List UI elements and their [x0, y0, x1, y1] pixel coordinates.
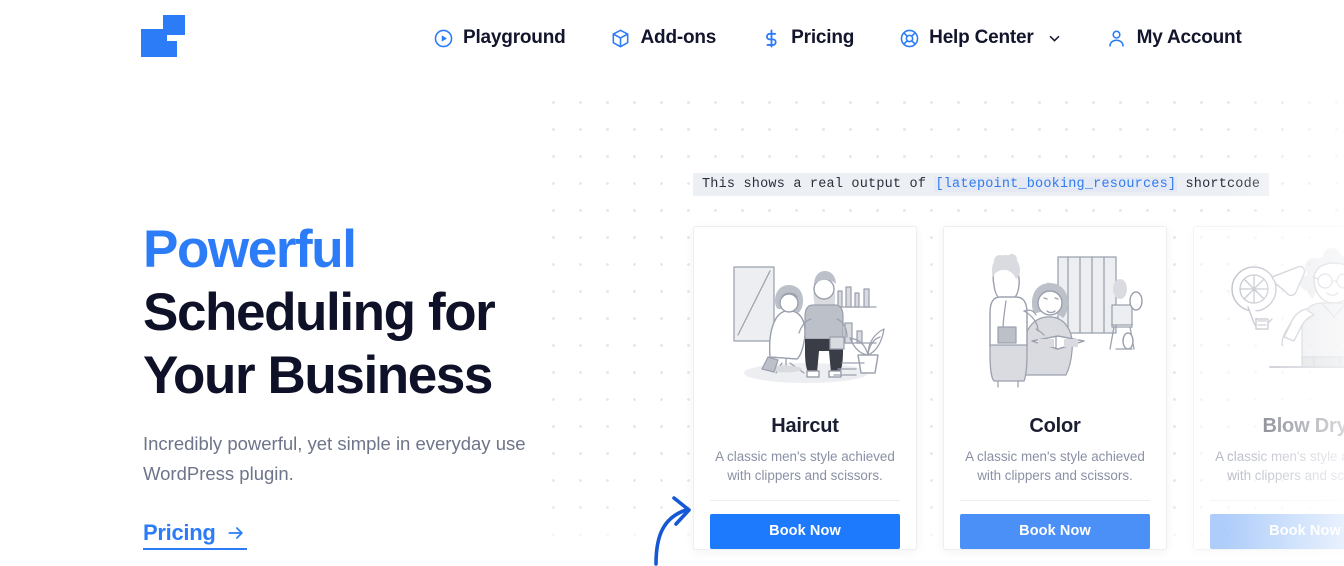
curved-arrow-icon	[648, 478, 724, 566]
shortcode-token: [latepoint_booking_resources]	[934, 177, 1178, 192]
card-divider	[1210, 500, 1344, 501]
hero-subtitle: Incredibly powerful, yet simple in every…	[143, 429, 553, 489]
nav-item-my-account[interactable]: My Account	[1084, 21, 1264, 55]
nav-label: My Account	[1136, 27, 1242, 48]
lifebuoy-icon	[898, 27, 920, 49]
resource-card[interactable]: Blow Dry A classic men's style achieved …	[1193, 226, 1344, 550]
card-description: A classic men's style achieved with clip…	[965, 449, 1145, 483]
card-divider	[960, 500, 1150, 501]
arrow-right-icon	[225, 523, 247, 543]
book-now-button[interactable]: Book Now	[960, 513, 1150, 549]
user-icon	[1106, 27, 1128, 49]
card-description: A classic men's style achieved with clip…	[715, 449, 895, 483]
hero-title-line-1: Powerful	[143, 220, 357, 279]
barber-cutting-hair-illustration	[709, 245, 901, 395]
shortcode-hint-banner: This shows a real output of [latepoint_b…	[693, 173, 1270, 196]
blow-dryer-stylist-illustration	[1209, 245, 1344, 395]
nav-label: Pricing	[791, 27, 855, 48]
site-header: Playground Add-ons Pricing Help Center M…	[0, 0, 1344, 76]
dollar-icon	[760, 27, 782, 49]
shortcode-prefix: This shows a real output of	[702, 177, 935, 192]
latepoint-logo[interactable]	[141, 15, 187, 59]
nav-label: Playground	[463, 27, 566, 48]
page-root: Playground Add-ons Pricing Help Center M…	[0, 0, 1344, 566]
hero-title-line-2: Scheduling for	[143, 283, 496, 342]
card-description: A classic men's style achieved with clip…	[1215, 449, 1344, 483]
hero-subtitle-line-1: Incredibly powerful, yet simple in every…	[143, 433, 491, 454]
chevron-down-icon[interactable]	[1047, 31, 1062, 46]
shortcode-suffix: shortcode	[1177, 177, 1261, 192]
nav-item-add-ons[interactable]: Add-ons	[588, 21, 739, 55]
play-circle-icon	[432, 27, 454, 49]
book-now-button[interactable]: Book Now	[1210, 513, 1344, 549]
cube-icon	[610, 27, 632, 49]
nav-item-playground[interactable]: Playground	[410, 21, 588, 55]
nav-item-help-center[interactable]: Help Center	[876, 21, 1083, 55]
resource-card[interactable]: Color A classic men's style achieved wit…	[943, 226, 1167, 550]
nav-label: Help Center	[929, 27, 1034, 48]
primary-nav: Playground Add-ons Pricing Help Center M…	[410, 0, 1264, 76]
hero-section: Powerful Scheduling for Your Business In…	[143, 218, 563, 550]
hero-title-line-3: Your Business	[143, 346, 493, 405]
resource-card[interactable]: Haircut A classic men's style achieved w…	[693, 226, 917, 550]
book-now-button[interactable]: Book Now	[710, 513, 900, 549]
card-divider	[710, 500, 900, 501]
hair-coloring-salon-illustration	[959, 245, 1151, 395]
card-title: Color	[1029, 415, 1081, 437]
card-title: Haircut	[771, 415, 839, 437]
nav-label: Add-ons	[640, 27, 717, 48]
page-title: Powerful Scheduling for Your Business	[143, 218, 563, 407]
booking-resources-list: Haircut A classic men's style achieved w…	[693, 226, 1344, 550]
logo-shape-foot	[155, 41, 177, 57]
pricing-cta-label: Pricing	[143, 520, 216, 545]
pricing-cta-link[interactable]: Pricing	[143, 520, 248, 550]
nav-item-pricing[interactable]: Pricing	[738, 21, 876, 55]
logo-shape-corner	[163, 15, 185, 35]
card-title: Blow Dry	[1262, 415, 1344, 437]
